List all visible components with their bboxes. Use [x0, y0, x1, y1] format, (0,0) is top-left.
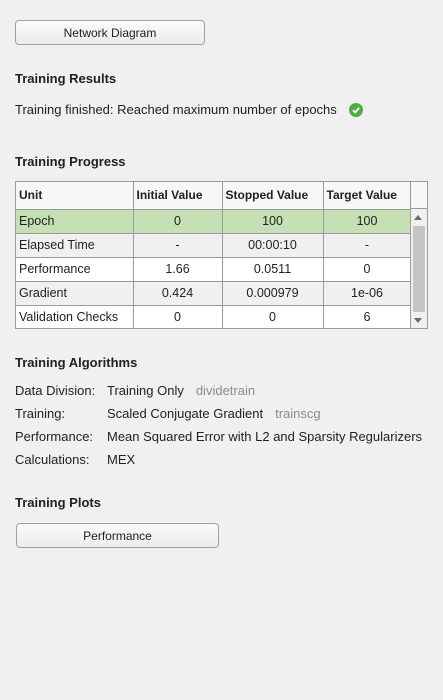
training-plots-heading: Training Plots — [15, 495, 101, 510]
cell-target: 0 — [323, 257, 412, 282]
cell-unit: Validation Checks — [16, 305, 134, 328]
algo-label: Calculations: — [15, 452, 90, 467]
table-row[interactable]: Elapsed Time - 00:00:10 - — [16, 233, 412, 258]
scroll-up-icon[interactable] — [414, 215, 422, 220]
training-algorithms-heading: Training Algorithms — [15, 355, 138, 370]
training-progress-heading: Training Progress — [15, 154, 126, 169]
cell-initial: 0 — [133, 305, 223, 328]
table-row[interactable]: Validation Checks 0 0 6 — [16, 305, 412, 328]
column-header-target-value[interactable]: Target Value — [323, 182, 412, 210]
scrollbar-thumb[interactable] — [413, 226, 425, 312]
algo-value: MEX — [107, 452, 136, 467]
training-status-text: Training finished: Reached maximum numbe… — [15, 102, 337, 117]
table-row[interactable]: Gradient 0.424 0.000979 1e-06 — [16, 281, 412, 306]
algo-label: Training: — [15, 406, 66, 421]
training-status: Training finished: Reached maximum numbe… — [15, 102, 363, 117]
algo-function: trainscg — [275, 406, 321, 421]
algo-value: Mean Squared Error with L2 and Sparsity … — [107, 429, 423, 444]
cell-stopped: 0 — [222, 305, 324, 328]
scroll-down-icon[interactable] — [414, 318, 422, 323]
cell-target: 100 — [323, 209, 412, 234]
algo-label: Data Division: — [15, 383, 96, 398]
algo-label: Performance: — [15, 429, 94, 444]
cell-initial: 1.66 — [133, 257, 223, 282]
cell-initial: 0.424 — [133, 281, 223, 306]
cell-stopped: 0.000979 — [222, 281, 324, 306]
table-header-corner — [410, 182, 427, 209]
training-progress-table: Unit Initial Value Stopped Value Target … — [15, 181, 428, 329]
check-circle-icon — [348, 102, 363, 117]
performance-plot-button[interactable]: Performance — [16, 523, 219, 548]
cell-unit: Elapsed Time — [16, 233, 134, 258]
cell-unit: Performance — [16, 257, 134, 282]
cell-initial: 0 — [133, 209, 223, 234]
algo-row-data-division: Data Division: Training Only dividetrain — [15, 383, 255, 398]
cell-target: 1e-06 — [323, 281, 412, 306]
cell-stopped: 00:00:10 — [222, 233, 324, 258]
column-header-unit[interactable]: Unit — [16, 182, 134, 210]
algo-row-performance: Performance: Mean Squared Error with L2 … — [15, 429, 422, 444]
network-diagram-button[interactable]: Network Diagram — [15, 20, 205, 45]
cell-stopped: 0.0511 — [222, 257, 324, 282]
algo-value: Training Only — [107, 383, 184, 398]
cell-target: - — [323, 233, 412, 258]
cell-initial: - — [133, 233, 223, 258]
cell-unit: Epoch — [16, 209, 134, 234]
cell-unit: Gradient — [16, 281, 134, 306]
table-scrollbar[interactable] — [410, 209, 427, 328]
cell-target: 6 — [323, 305, 412, 328]
table-row[interactable]: Epoch 0 100 100 — [16, 209, 412, 234]
algo-row-calculations: Calculations: MEX — [15, 452, 135, 467]
cell-stopped: 100 — [222, 209, 324, 234]
algo-row-training: Training: Scaled Conjugate Gradient trai… — [15, 406, 321, 421]
algo-value: Scaled Conjugate Gradient — [107, 406, 264, 421]
column-header-initial-value[interactable]: Initial Value — [133, 182, 223, 210]
algo-function: dividetrain — [195, 383, 256, 398]
training-results-heading: Training Results — [15, 71, 117, 86]
column-header-stopped-value[interactable]: Stopped Value — [222, 182, 324, 210]
table-row[interactable]: Performance 1.66 0.0511 0 — [16, 257, 412, 282]
